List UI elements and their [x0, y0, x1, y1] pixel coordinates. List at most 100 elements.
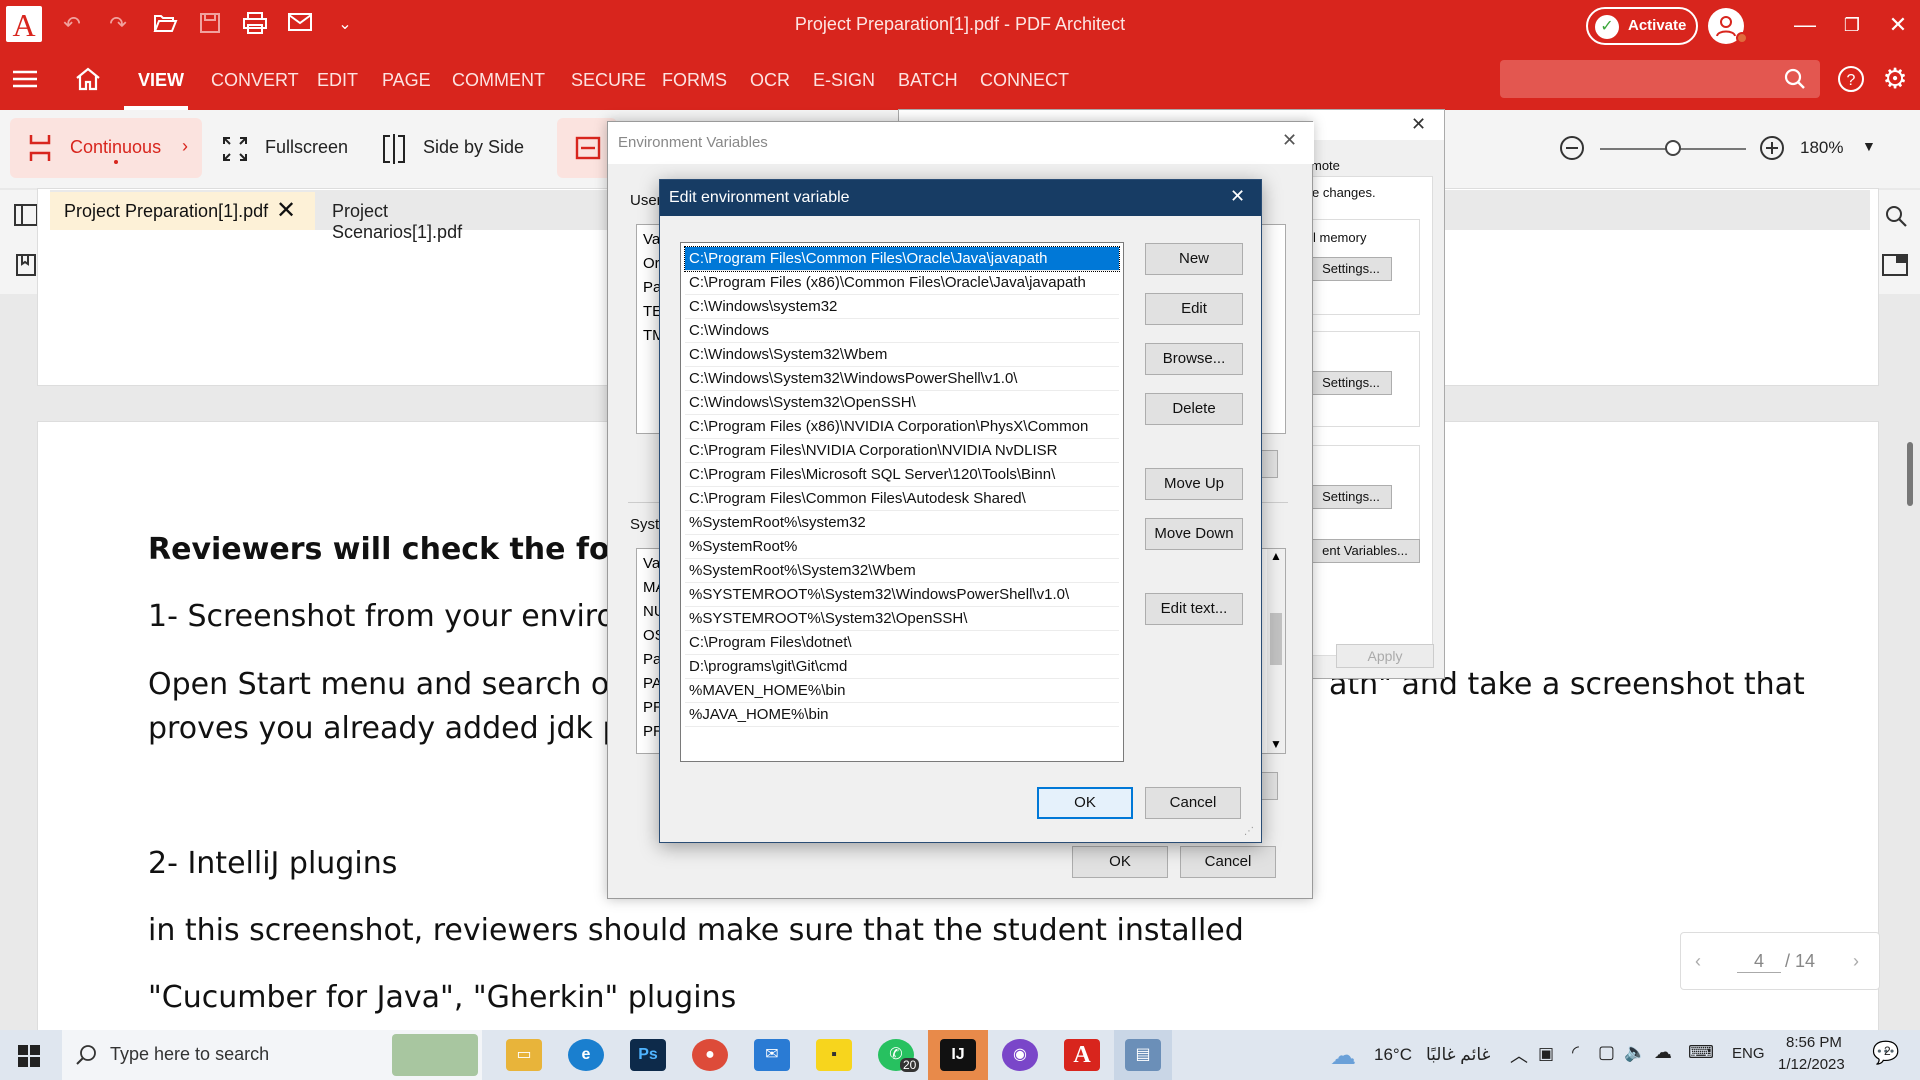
close-window-icon[interactable]: ✕: [1878, 10, 1918, 40]
zoom-slider-knob[interactable]: [1665, 140, 1681, 156]
new-button[interactable]: New: [1145, 243, 1243, 275]
print-icon[interactable]: [241, 12, 269, 38]
path-entry[interactable]: %SYSTEMROOT%\System32\OpenSSH\: [685, 607, 1119, 631]
env-ok-button[interactable]: OK: [1072, 846, 1168, 878]
move-down-button[interactable]: Move Down: [1145, 518, 1243, 550]
performance-settings-button[interactable]: Settings...: [1310, 257, 1392, 281]
ok-button[interactable]: OK: [1037, 787, 1133, 819]
path-entry[interactable]: C:\Program Files (x86)\Common Files\Orac…: [685, 271, 1119, 295]
weather-cloud-icon[interactable]: ☁: [1330, 1040, 1356, 1071]
chrome-icon[interactable]: ●: [692, 1039, 728, 1071]
system-settings-taskbar-item[interactable]: ▤: [1114, 1030, 1172, 1080]
vertical-scrollbar-thumb[interactable]: [1907, 442, 1913, 506]
menu-convert[interactable]: CONVERT: [211, 70, 299, 91]
input-language[interactable]: ENG: [1732, 1045, 1765, 1062]
path-entry[interactable]: C:\Windows: [685, 319, 1119, 343]
file-explorer-icon[interactable]: ▭: [506, 1039, 542, 1071]
show-hidden-icons-icon[interactable]: ︿: [1510, 1042, 1528, 1068]
open-folder-icon[interactable]: [151, 12, 179, 38]
photoshop-icon[interactable]: Ps: [630, 1039, 666, 1071]
settings-gear-icon[interactable]: ⚙: [1880, 64, 1910, 94]
search-input[interactable]: [1500, 60, 1820, 98]
meet-icon[interactable]: ▢: [1598, 1042, 1615, 1063]
activate-button[interactable]: ✓ Activate: [1586, 7, 1698, 45]
list-item[interactable]: Va: [643, 555, 660, 572]
path-entry[interactable]: C:\Program Files\Common Files\Oracle\Jav…: [684, 246, 1120, 272]
env-cancel-button[interactable]: Cancel: [1180, 846, 1276, 878]
path-entry[interactable]: C:\Windows\System32\Wbem: [685, 343, 1119, 367]
path-entry[interactable]: C:\Program Files\dotnet\: [685, 631, 1119, 655]
profiles-settings-button[interactable]: Settings...: [1310, 371, 1392, 395]
restore-icon[interactable]: ❐: [1832, 10, 1872, 40]
close-icon[interactable]: ✕: [1282, 130, 1297, 151]
path-entry[interactable]: %MAVEN_HOME%\bin: [685, 679, 1119, 703]
page-number-input[interactable]: 4: [1737, 951, 1781, 973]
scrollbar-thumb[interactable]: [1270, 613, 1282, 665]
list-item[interactable]: Va: [643, 231, 660, 248]
menu-esign[interactable]: E-SIGN: [813, 70, 875, 91]
browse-button[interactable]: Browse...: [1145, 343, 1243, 375]
list-item[interactable]: Or: [643, 255, 660, 272]
menu-page[interactable]: PAGE: [382, 70, 431, 91]
network-icon[interactable]: ☁: [1654, 1042, 1672, 1063]
chevron-down-icon[interactable]: ⌄: [331, 12, 359, 38]
volume-icon[interactable]: 🔈: [1624, 1042, 1646, 1063]
menu-connect[interactable]: CONNECT: [980, 70, 1069, 91]
mail-icon[interactable]: ✉: [754, 1039, 790, 1071]
path-entry[interactable]: C:\Program Files (x86)\NVIDIA Corporatio…: [685, 415, 1119, 439]
zoom-out-icon[interactable]: [1558, 134, 1586, 162]
path-entry[interactable]: C:\Windows\system32: [685, 295, 1119, 319]
vertical-scrollbar[interactable]: ▲ ▼: [1267, 549, 1285, 753]
zoom-in-icon[interactable]: [1758, 134, 1786, 162]
path-entry[interactable]: D:\programs\git\Git\cmd: [685, 655, 1119, 679]
clock-time[interactable]: 8:56 PM: [1786, 1034, 1842, 1051]
menu-ocr[interactable]: OCR: [750, 70, 790, 91]
continuous-button[interactable]: Continuous ›: [10, 118, 202, 178]
menu-batch[interactable]: BATCH: [898, 70, 958, 91]
fullscreen-label[interactable]: Fullscreen: [265, 137, 348, 158]
path-entry[interactable]: %SystemRoot%\System32\Wbem: [685, 559, 1119, 583]
edge-browser-icon[interactable]: e: [568, 1039, 604, 1071]
resize-grip-icon[interactable]: ⋰: [1244, 826, 1254, 837]
help-icon[interactable]: ?: [1836, 64, 1866, 94]
pdf-architect-taskbar-icon[interactable]: A: [1064, 1039, 1100, 1071]
minimize-icon[interactable]: —: [1785, 10, 1825, 40]
close-icon[interactable]: ✕: [1411, 114, 1426, 135]
weather-temperature[interactable]: 16°C: [1374, 1045, 1412, 1065]
path-entries-list[interactable]: C:\Program Files\Common Files\Oracle\Jav…: [680, 242, 1124, 762]
menu-edit[interactable]: EDIT: [317, 70, 358, 91]
bookmark-panel-icon[interactable]: [16, 254, 36, 281]
tab-remote[interactable]: mote: [1311, 158, 1340, 173]
wifi-icon[interactable]: ◜: [1572, 1042, 1579, 1063]
clock-date[interactable]: 1/12/2023: [1778, 1056, 1845, 1073]
path-entry[interactable]: C:\Program Files\Common Files\Autodesk S…: [685, 487, 1119, 511]
taskbar-search-box[interactable]: Type here to search: [62, 1030, 482, 1080]
cancel-button[interactable]: Cancel: [1145, 787, 1241, 819]
apply-button[interactable]: Apply: [1336, 644, 1434, 668]
undo-icon[interactable]: ↶: [58, 12, 86, 38]
tray-app-icon[interactable]: ▣: [1538, 1044, 1554, 1064]
properties-panel-icon[interactable]: [1882, 254, 1908, 281]
redo-icon[interactable]: ↷: [104, 12, 132, 38]
side-by-side-label[interactable]: Side by Side: [423, 137, 524, 158]
path-entry[interactable]: C:\Program Files\Microsoft SQL Server\12…: [685, 463, 1119, 487]
weather-description[interactable]: غائم غالبًا: [1426, 1045, 1490, 1065]
home-icon[interactable]: [74, 66, 102, 92]
menu-view[interactable]: VIEW: [138, 70, 184, 91]
path-entry[interactable]: C:\Windows\System32\OpenSSH\: [685, 391, 1119, 415]
github-desktop-icon[interactable]: ◉: [1002, 1039, 1038, 1071]
menu-secure[interactable]: SECURE: [571, 70, 646, 91]
thumbnails-panel-icon[interactable]: [14, 204, 38, 231]
menu-comment[interactable]: COMMENT: [452, 70, 545, 91]
tab-project-preparation[interactable]: Project Preparation[1].pdf ✕: [50, 192, 315, 230]
path-entry[interactable]: C:\Windows\System32\WindowsPowerShell\v1…: [685, 367, 1119, 391]
scroll-down-icon[interactable]: ▼: [1270, 737, 1282, 751]
next-page-icon[interactable]: ›: [1853, 951, 1859, 972]
scroll-up-icon[interactable]: ▲: [1270, 549, 1282, 563]
intellij-taskbar-item[interactable]: IJ: [928, 1030, 988, 1080]
windows-start-icon[interactable]: [18, 1045, 40, 1072]
path-entry[interactable]: C:\Program Files\NVIDIA Corporation\NVID…: [685, 439, 1119, 463]
prev-page-icon[interactable]: ‹: [1695, 951, 1701, 972]
edit-text-button[interactable]: Edit text...: [1145, 593, 1243, 625]
fullscreen-icon[interactable]: [222, 136, 248, 162]
